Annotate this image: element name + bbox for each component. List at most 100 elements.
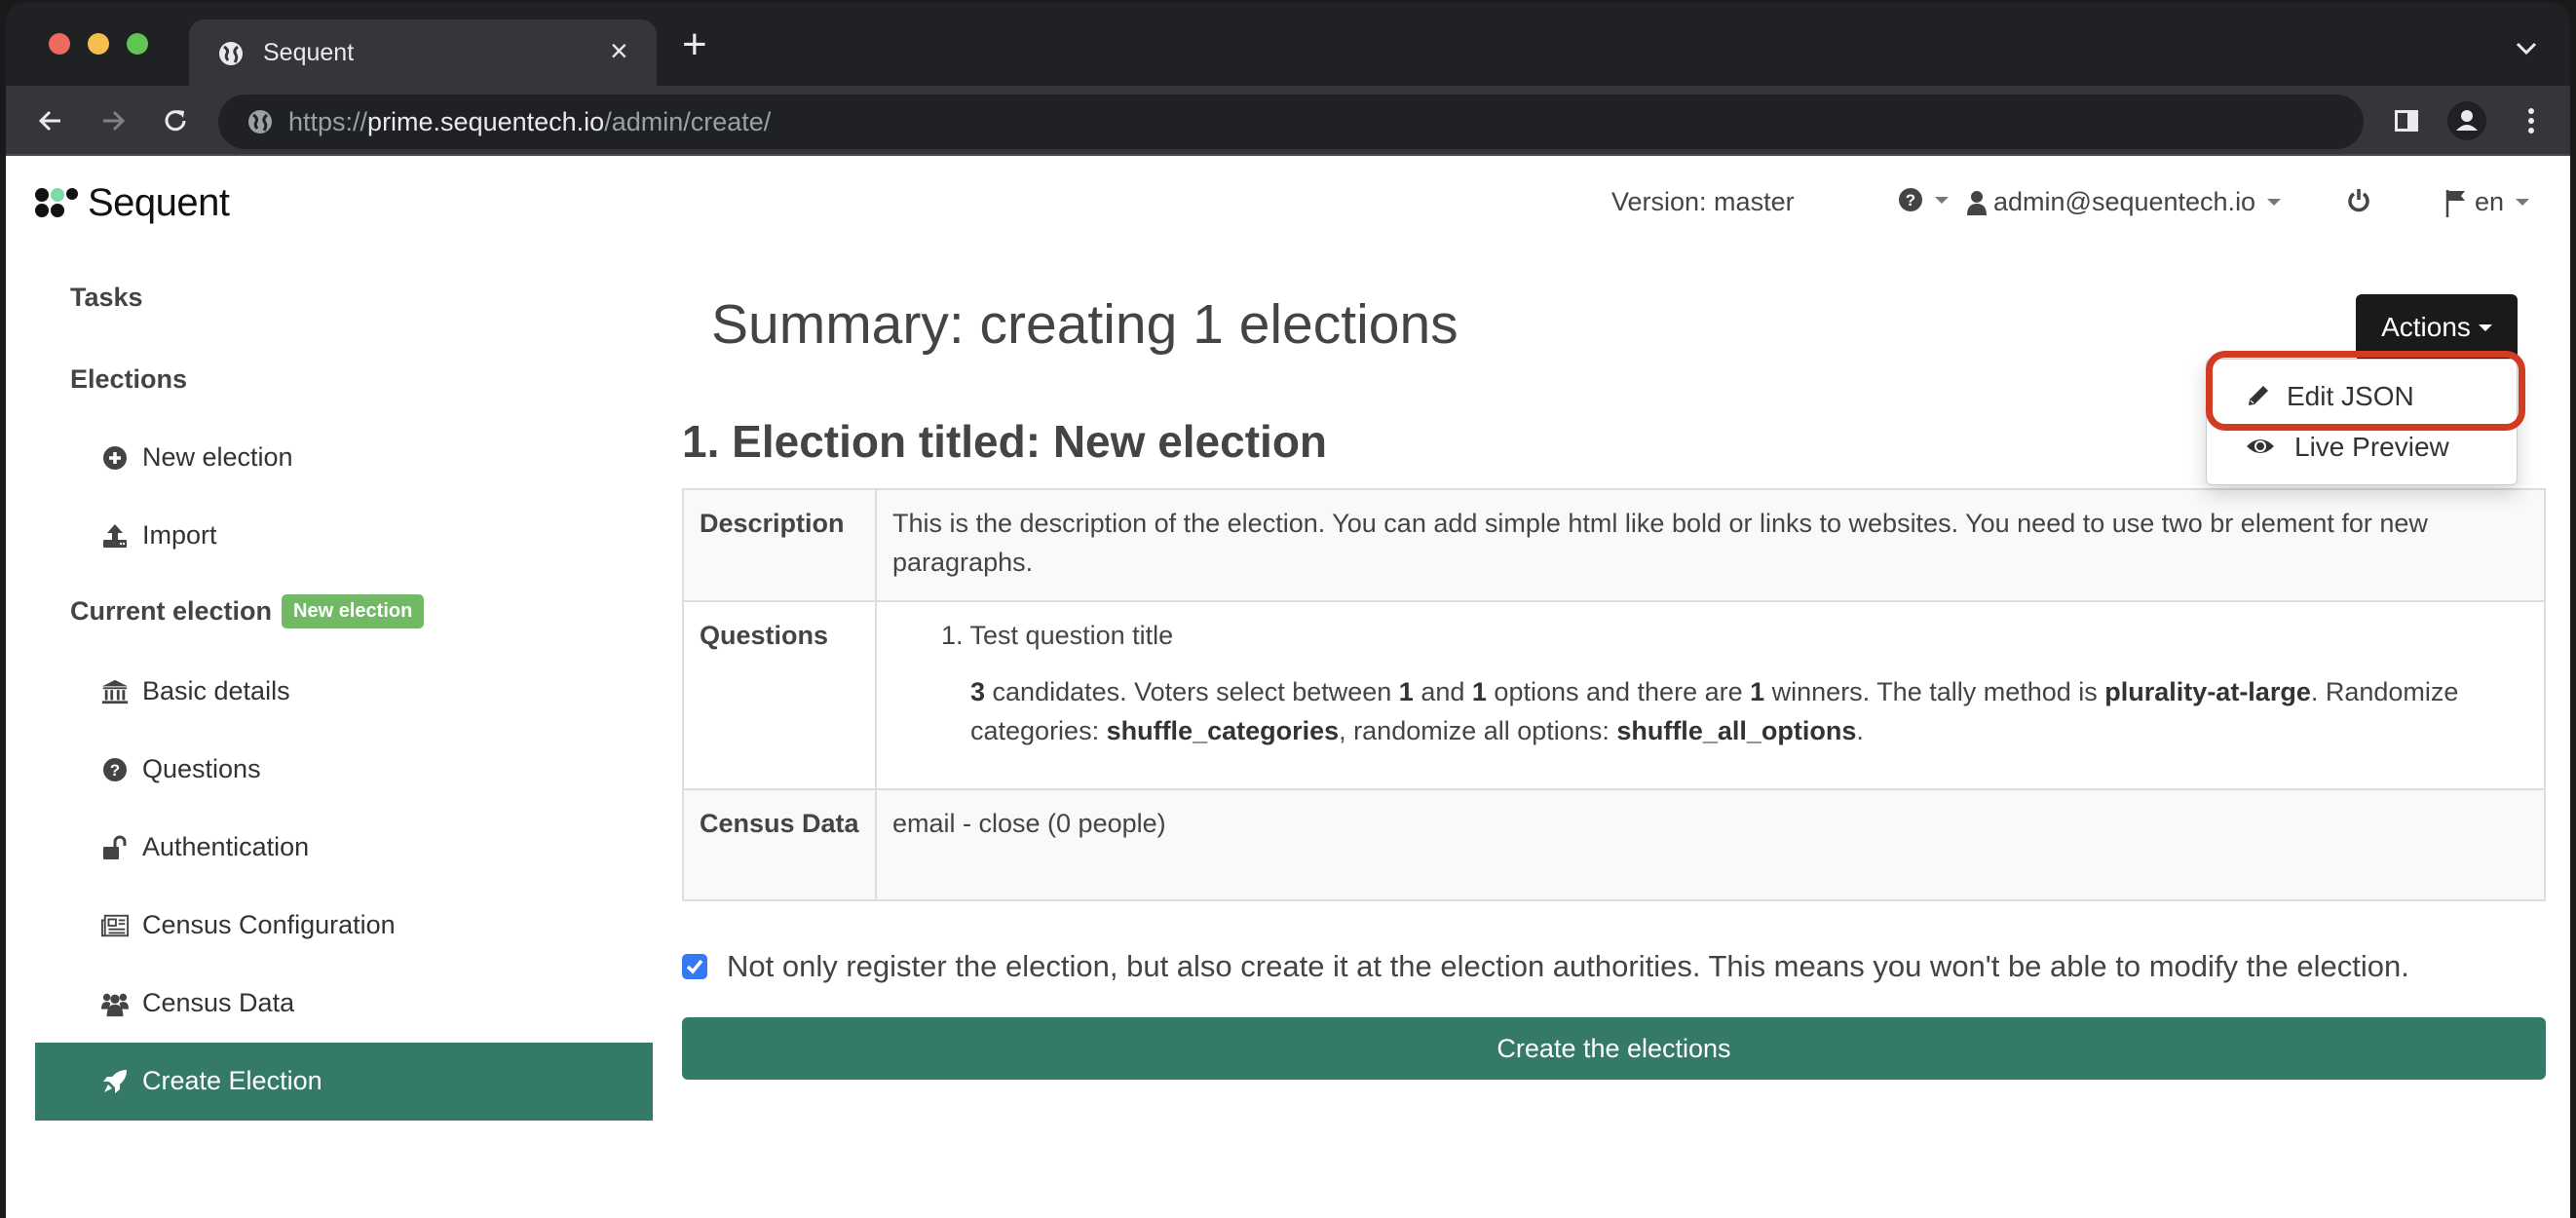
questions-value: 1. Test question title 3 candidates. Vot…	[875, 600, 2546, 790]
logout-button[interactable]	[2346, 187, 2371, 214]
sidebar-item-label: Census Data	[142, 988, 295, 1017]
power-icon	[2348, 189, 2369, 212]
create-at-authorities-checkbox[interactable]	[682, 954, 707, 979]
create-at-authorities-option: Not only register the election, but also…	[682, 949, 2409, 984]
unlock-icon	[103, 835, 127, 859]
max-selections: 1	[1471, 677, 1487, 706]
sidebar-item-label: Authentication	[142, 832, 310, 861]
sidebar-item-census-configuration[interactable]: Census Configuration	[35, 887, 653, 965]
sequent-logo[interactable]: Sequent	[35, 180, 230, 224]
help-dropdown[interactable]: ?	[1898, 187, 1949, 212]
page: Sequent Version: master ? admin@sequente…	[6, 156, 2570, 1218]
checkmark-icon	[686, 959, 703, 974]
census-value: email - close (0 people)	[875, 788, 2546, 901]
question-detail: 3 candidates. Voters select between 1 an…	[892, 672, 2528, 750]
tab-title: Sequent	[263, 39, 355, 66]
menu-item-label: Live Preview	[2294, 432, 2449, 462]
menu-item-label: Edit JSON	[2287, 381, 2414, 411]
maximize-window-button[interactable]	[127, 33, 148, 55]
candidates-count: 3	[970, 677, 986, 706]
question-circle-icon: ?	[1899, 188, 1922, 211]
profile-icon[interactable]	[2447, 101, 2486, 140]
version-label: Version: master	[1611, 187, 1795, 216]
user-icon	[1967, 190, 1987, 215]
sidebar-item-label: Import	[142, 520, 217, 550]
detail-text: options and there are	[1486, 677, 1751, 706]
user-dropdown[interactable]: admin@sequentech.io	[1966, 187, 2282, 217]
close-window-button[interactable]	[49, 33, 70, 55]
reload-icon[interactable]	[158, 103, 193, 138]
chevron-down-icon[interactable]	[2514, 35, 2539, 60]
side-panel-icon[interactable]	[2387, 101, 2426, 140]
menu-item-live-preview[interactable]: Live Preview	[2207, 420, 2517, 471]
sidebar-item-label: Census Configuration	[142, 910, 396, 939]
browser-window: Sequent × + https://prime.sequentech.io/…	[6, 2, 2570, 1218]
newspaper-icon	[101, 914, 129, 937]
tab-bar: Sequent × +	[6, 2, 2570, 86]
sidebar-item-basic-details[interactable]: Basic details	[35, 653, 653, 731]
tab-close-icon[interactable]: ×	[610, 33, 628, 68]
current-election-label: Current election	[70, 596, 273, 626]
sidebar-item-label: Create Election	[142, 1066, 322, 1095]
user-email: admin@sequentech.io	[1993, 187, 2256, 216]
sidebar-item-census-data[interactable]: Census Data	[35, 965, 653, 1043]
sidebar-heading-elections[interactable]: Elections	[70, 364, 187, 395]
url-path: /admin/create/	[604, 107, 772, 136]
create-at-authorities-label[interactable]: Not only register the election, but also…	[727, 949, 2409, 984]
users-icon	[101, 993, 129, 1017]
sidebar-item-authentication[interactable]: Authentication	[35, 809, 653, 887]
sidebar-item-import[interactable]: Import	[35, 497, 653, 575]
sidebar-item-create-election[interactable]: Create Election	[35, 1043, 653, 1121]
eye-icon	[2247, 439, 2274, 453]
sidebar-item-label: Basic details	[142, 676, 290, 705]
census-key: Census Data	[682, 788, 877, 901]
caret-down-icon	[2478, 324, 2492, 331]
actions-label: Actions	[2381, 312, 2471, 342]
tab-sequent[interactable]: Sequent ×	[189, 19, 657, 86]
minimize-window-button[interactable]	[88, 33, 109, 55]
create-elections-button[interactable]: Create the elections	[682, 1017, 2546, 1080]
table-row: Census Data email - close (0 people)	[682, 788, 2546, 901]
winners-count: 1	[1750, 677, 1765, 706]
actions-dropdown-menu: Edit JSON Live Preview	[2206, 359, 2518, 485]
caret-down-icon	[2516, 199, 2530, 206]
flag-icon	[2445, 189, 2465, 217]
question-circle-icon: ?	[103, 758, 127, 781]
new-tab-button[interactable]: +	[682, 23, 707, 66]
detail-text: .	[1856, 716, 1864, 745]
current-election-badge: New election	[282, 594, 425, 628]
sidebar-item-label: Questions	[142, 754, 261, 783]
logo-text: Sequent	[88, 180, 230, 224]
plus-circle-icon	[103, 446, 127, 470]
forward-arrow-icon[interactable]	[95, 103, 131, 138]
url-scheme: https://	[288, 107, 368, 136]
election-summary-table: Description This is the description of t…	[682, 488, 2546, 901]
language-dropdown[interactable]: en	[2445, 187, 2530, 217]
caret-down-icon	[2267, 199, 2282, 206]
questions-key: Questions	[682, 600, 877, 790]
shuffle-all-options: shuffle_all_options	[1616, 716, 1857, 745]
sidebar-item-label: New election	[142, 442, 293, 472]
back-arrow-icon[interactable]	[33, 103, 68, 138]
language-code: en	[2475, 187, 2505, 216]
table-row: Description This is the description of t…	[682, 488, 2546, 602]
pencil-icon	[2249, 386, 2268, 405]
svg-text:?: ?	[110, 761, 120, 780]
institution-icon	[101, 679, 129, 704]
rocket-icon	[103, 1070, 127, 1093]
actions-dropdown-button[interactable]: Actions	[2356, 294, 2518, 361]
min-selections: 1	[1398, 677, 1414, 706]
page-title: Summary: creating 1 elections	[711, 293, 1458, 356]
sidebar-heading-tasks[interactable]: Tasks	[70, 283, 143, 313]
url-host: prime.sequentech.io	[367, 107, 605, 136]
browser-toolbar: https://prime.sequentech.io/admin/create…	[6, 86, 2570, 156]
sidebar-item-questions[interactable]: ? Questions	[35, 731, 653, 809]
question-title: 1. Test question title	[941, 621, 1174, 650]
menu-item-edit-json[interactable]: Edit JSON	[2207, 369, 2517, 420]
sidebar-item-new-election[interactable]: New election	[35, 419, 653, 497]
globe-icon	[219, 42, 243, 65]
kebab-menu-icon[interactable]	[2512, 101, 2551, 140]
address-bar[interactable]: https://prime.sequentech.io/admin/create…	[218, 95, 2364, 149]
caret-down-icon	[1935, 196, 1949, 204]
detail-text: , randomize all options:	[1339, 716, 1617, 745]
